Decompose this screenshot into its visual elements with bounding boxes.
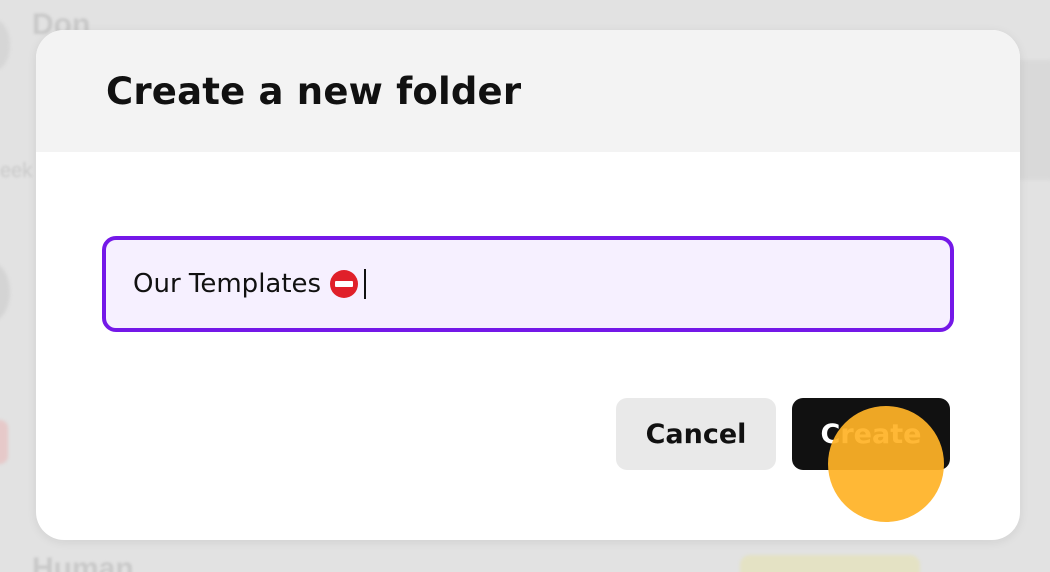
background-avatar-top xyxy=(0,20,10,70)
dialog-header: Create a new folder xyxy=(36,30,1020,152)
background-avatar xyxy=(0,262,10,322)
dialog-title: Create a new folder xyxy=(106,69,522,113)
folder-name-value: Our Templates xyxy=(133,269,322,299)
cancel-button[interactable]: Cancel xyxy=(616,398,776,470)
background-text-fragment: eek xyxy=(0,160,33,182)
create-button[interactable]: Create xyxy=(792,398,950,470)
no-entry-icon xyxy=(330,270,359,298)
folder-name-input[interactable]: Our Templates xyxy=(102,236,954,332)
text-cursor xyxy=(364,269,367,299)
create-folder-dialog: Create a new folder Our Templates Cancel… xyxy=(36,30,1020,540)
background-heading-bottom: Human xyxy=(32,552,134,572)
background-accent xyxy=(0,420,8,464)
background-badge xyxy=(740,555,920,572)
